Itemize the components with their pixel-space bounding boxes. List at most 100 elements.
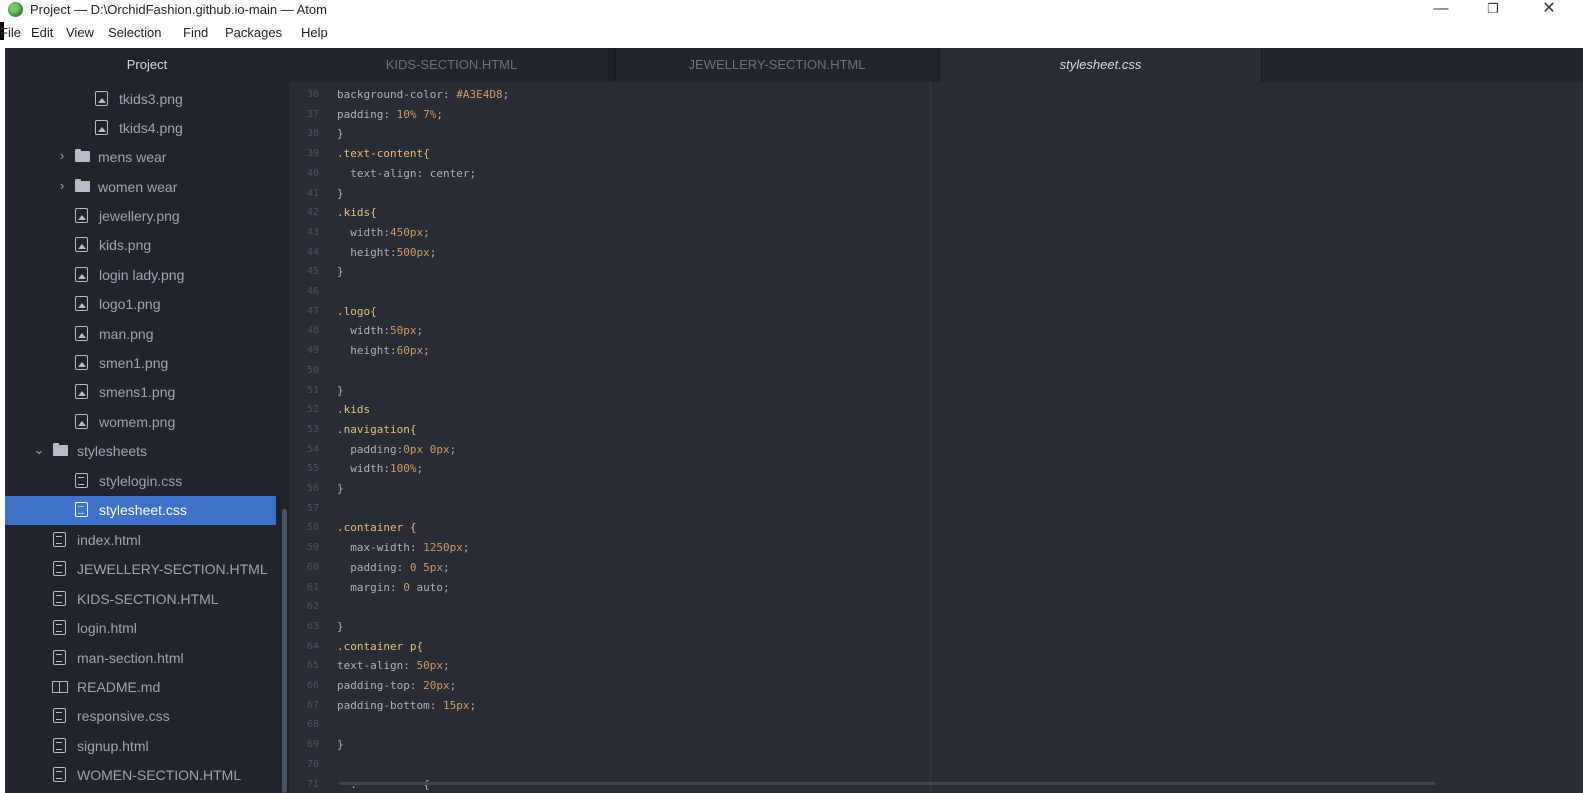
tree-item-login-html[interactable]: login.html (5, 614, 276, 643)
menu-find[interactable]: Find (183, 25, 208, 40)
code-token: text-align: center; (337, 166, 477, 180)
tree-item-label: smens1.png (99, 384, 176, 400)
tree-item-kids-section[interactable]: KIDS-SECTION.HTML (5, 585, 276, 614)
tree-item-women-wear[interactable]: › women wear (5, 173, 276, 202)
line-number: 41 (306, 187, 319, 199)
line-number: 70 (306, 758, 319, 770)
tree-view-scrollbar[interactable] (282, 509, 287, 793)
line-number: 55 (306, 463, 319, 475)
chevron-right-icon[interactable]: › (56, 148, 68, 163)
tree-item-stylelogin-css[interactable]: stylelogin.css (5, 467, 276, 496)
minimize-button[interactable]: — (1418, 0, 1464, 20)
line-number: 47 (306, 305, 319, 317)
menu-file[interactable]: File (0, 25, 21, 40)
code-line: .container { (337, 521, 416, 534)
chevron-down-icon[interactable]: ⌄ (33, 442, 45, 458)
tree-item-smen1-png[interactable]: smen1.png (5, 349, 276, 378)
image-file-icon (95, 91, 108, 106)
code-token: 500px (396, 245, 430, 259)
line-number: 50 (306, 364, 319, 376)
code-token: } (337, 127, 344, 141)
tree-view-title[interactable]: Project (5, 48, 289, 82)
code-token: text-align: (337, 659, 417, 673)
code-line: .kids (337, 403, 370, 416)
tree-item-tkids4[interactable]: tkids4.png (5, 114, 276, 143)
tree-item-womem-png[interactable]: womem.png (5, 408, 276, 437)
tree-item-label: man.png (99, 326, 154, 342)
tree-item-signup-html[interactable]: signup.html (5, 732, 276, 761)
code-token: .logo{ (337, 304, 377, 318)
tree-item-mens-wear[interactable]: › mens wear (5, 143, 276, 172)
chevron-right-icon[interactable]: › (56, 178, 68, 193)
tab-stylesheet-css[interactable]: stylesheet.css (940, 48, 1262, 82)
menu-view[interactable]: View (66, 25, 94, 40)
tree-item-label: login.html (77, 620, 137, 636)
line-number: 69 (306, 739, 319, 751)
tab-kids-section[interactable]: KIDS-SECTION.HTML (289, 48, 615, 82)
tree-item-label: stylelogin.css (99, 473, 183, 489)
code-editor[interactable]: 36 37 38 39 40 41 42 43 44 45 46 47 48 49 50 51 52 53 54 55… (289, 82, 1583, 793)
window-title: Project — D:\OrchidFashion.github.io-mai… (30, 2, 327, 17)
tree-item-index-html[interactable]: index.html (5, 526, 276, 555)
tree-item-jewellery-section[interactable]: JEWELLERY-SECTION.HTML (5, 555, 276, 584)
line-number: 59 (306, 542, 319, 554)
tree-item-label: tkids4.png (119, 120, 183, 136)
tree-item-readme[interactable]: README.md (5, 673, 276, 702)
tree-item-label: WOMEN-SECTION.HTML (77, 767, 242, 783)
tree-item-man-section[interactable]: man-section.html (5, 644, 276, 673)
tab-jewellery-section[interactable]: JEWELLERY-SECTION.HTML (615, 48, 940, 82)
code-token: } (337, 265, 344, 279)
code-line: } (337, 265, 344, 278)
code-line: .text-content{ (337, 147, 430, 160)
code-token: 15px (442, 698, 470, 712)
tree-item-label: signup.html (77, 738, 149, 754)
code-line: padding: 0 5px; (337, 560, 450, 574)
tree-item-kids-png[interactable]: kids.png (5, 231, 276, 260)
tree-item-login-lady-png[interactable]: login lady.png (5, 261, 276, 290)
code-token: ; (469, 698, 477, 712)
menu-selection[interactable]: Selection (108, 25, 161, 40)
tree-item-smens1-png[interactable]: smens1.png (5, 378, 276, 407)
text-file-icon (53, 620, 66, 635)
folder-icon (53, 443, 68, 456)
tree-item-tkids3[interactable]: tkids3.png (5, 85, 276, 114)
code-line: padding-bottom: 15px; (337, 699, 476, 712)
code-line: height:60px; (337, 344, 430, 357)
line-number: 45 (306, 266, 319, 278)
code-token: ; (442, 560, 450, 574)
line-number: 63 (306, 620, 319, 632)
tree-item-stylesheet-css[interactable]: stylesheet.css (5, 496, 276, 525)
tree-item-label: responsive.css (77, 708, 170, 724)
line-number: 38 (306, 128, 319, 140)
text-file-icon (53, 591, 66, 606)
code-line: text-align: center; (337, 167, 476, 180)
tree-item-label: stylesheets (77, 443, 148, 459)
code-token: ; (502, 88, 510, 101)
tree-item-man-png[interactable]: man.png (5, 320, 276, 349)
tree-item-logo1-png[interactable]: logo1.png (5, 290, 276, 319)
image-file-icon (75, 208, 88, 223)
code-token: height: (337, 245, 397, 259)
tree-item-jewellery-png[interactable]: jewellery.png (5, 202, 276, 231)
tree-item-stylesheets[interactable]: ⌄ stylesheets (5, 437, 276, 466)
menu-help[interactable]: Help (301, 25, 328, 40)
code-token: ; (423, 225, 430, 239)
line-number: 46 (306, 286, 319, 297)
menu-edit[interactable]: Edit (31, 25, 53, 40)
code-token: ; (436, 107, 443, 121)
code-line: margin: 0 auto; (337, 580, 449, 594)
code-token: 20px (423, 679, 450, 692)
line-number: 39 (306, 148, 319, 160)
horizontal-scrollbar[interactable] (339, 782, 1435, 785)
menu-packages[interactable]: Packages (225, 25, 282, 40)
code-line: height:500px; (337, 246, 436, 259)
maximize-button[interactable]: ❐ (1470, 0, 1516, 20)
line-number: 66 (306, 680, 319, 691)
close-button[interactable]: ✕ (1526, 0, 1572, 20)
wrap-guide (930, 82, 931, 793)
tree-item-women-section[interactable]: WOMEN-SECTION.HTML (5, 761, 276, 790)
tree-item-responsive-css[interactable]: responsive.css (5, 702, 276, 731)
text-file-icon (75, 473, 88, 488)
line-number: 62 (306, 601, 319, 613)
code-token: margin: (337, 580, 404, 594)
